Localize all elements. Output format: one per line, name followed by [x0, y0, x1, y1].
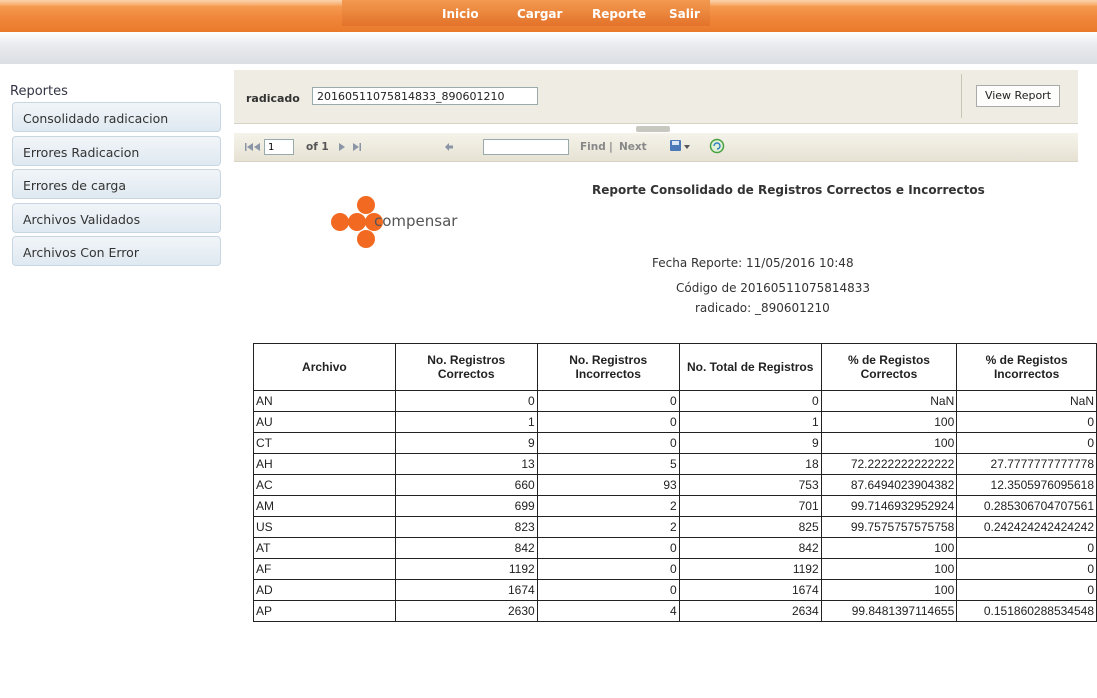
report-table-viewport: Archivo No. Registros Correctos No. Regi… [0, 0, 1097, 698]
cell-archivo: AP [253, 600, 396, 622]
cell-correctos: 13 [394, 453, 538, 475]
table-row: AM 699 2 701 99.7146932952924 0.2853067047075… [253, 495, 1097, 517]
cell-pct-incorrectos: 0 [956, 558, 1097, 580]
table-row: AP 2630 4 2634 99.8481397114655 0.15186028853… [253, 600, 1097, 622]
cell-total: 1 [678, 411, 822, 433]
header-total: No. Total de Registros [678, 343, 822, 391]
cell-total: 753 [678, 474, 822, 496]
cell-archivo: AN [253, 390, 396, 412]
cell-incorrectos: 0 [536, 558, 680, 580]
cell-total: 1674 [678, 579, 822, 601]
cell-incorrectos: 0 [536, 537, 680, 559]
cell-total: 2634 [678, 600, 822, 622]
cell-correctos: 660 [394, 474, 538, 496]
cell-pct-correctos: 99.8481397114655 [820, 600, 958, 622]
cell-pct-correctos: NaN [820, 390, 958, 412]
table-header-row: Archivo No. Registros Correctos No. Regi… [253, 343, 1097, 391]
header-pct-correctos: % de Registos Correctos [820, 343, 958, 391]
table-row: AT 842 0 842 100 0 [253, 537, 1097, 559]
cell-pct-correctos: 100 [820, 579, 958, 601]
report-table: Archivo No. Registros Correctos No. Regi… [253, 343, 1097, 622]
header-correctos: No. Registros Correctos [394, 343, 538, 391]
cell-pct-correctos: 100 [820, 558, 958, 580]
cell-archivo: AU [253, 411, 396, 433]
cell-pct-incorrectos: 27.7777777777778 [956, 453, 1097, 475]
cell-correctos: 842 [394, 537, 538, 559]
table-row: AN 0 0 0 NaN NaN [253, 390, 1097, 412]
header-archivo: Archivo [253, 343, 396, 391]
cell-pct-incorrectos: 0 [956, 537, 1097, 559]
cell-total: 0 [678, 390, 822, 412]
cell-archivo: AT [253, 537, 396, 559]
cell-pct-correctos: 99.7575757575758 [820, 516, 958, 538]
cell-archivo: AH [253, 453, 396, 475]
cell-pct-correctos: 100 [820, 432, 958, 454]
cell-incorrectos: 4 [536, 600, 680, 622]
cell-incorrectos: 0 [536, 390, 680, 412]
cell-archivo: CT [253, 432, 396, 454]
cell-correctos: 0 [394, 390, 538, 412]
cell-archivo: US [253, 516, 396, 538]
cell-incorrectos: 0 [536, 411, 680, 433]
cell-incorrectos: 2 [536, 495, 680, 517]
cell-pct-incorrectos: 0.151860288534548 [956, 600, 1097, 622]
cell-correctos: 699 [394, 495, 538, 517]
cell-pct-correctos: 87.6494023904382 [820, 474, 958, 496]
cell-pct-incorrectos: 0.285306704707561 [956, 495, 1097, 517]
table-row: AH 13 5 18 72.2222222222222 27.7777777777778 [253, 453, 1097, 475]
cell-pct-incorrectos: 0 [956, 411, 1097, 433]
cell-pct-correctos: 99.7146932952924 [820, 495, 958, 517]
cell-pct-correctos: 100 [820, 537, 958, 559]
cell-correctos: 1 [394, 411, 538, 433]
cell-archivo: AD [253, 579, 396, 601]
cell-correctos: 9 [394, 432, 538, 454]
cell-incorrectos: 0 [536, 432, 680, 454]
cell-pct-incorrectos: 12.3505976095618 [956, 474, 1097, 496]
cell-correctos: 823 [394, 516, 538, 538]
cell-incorrectos: 5 [536, 453, 680, 475]
cell-incorrectos: 2 [536, 516, 680, 538]
cell-correctos: 2630 [394, 600, 538, 622]
cell-archivo: AC [253, 474, 396, 496]
table-row: US 823 2 825 99.7575757575758 0.2424242424242… [253, 516, 1097, 538]
table-row: AF 1192 0 1192 100 0 [253, 558, 1097, 580]
cell-archivo: AF [253, 558, 396, 580]
cell-pct-incorrectos: 0.242424242424242 [956, 516, 1097, 538]
cell-pct-incorrectos: 0 [956, 579, 1097, 601]
cell-total: 9 [678, 432, 822, 454]
cell-archivo: AM [253, 495, 396, 517]
cell-pct-correctos: 72.2222222222222 [820, 453, 958, 475]
cell-total: 701 [678, 495, 822, 517]
table-row: AD 1674 0 1674 100 0 [253, 579, 1097, 601]
cell-pct-correctos: 100 [820, 411, 958, 433]
table-row: AC 660 93 753 87.6494023904382 12.35059760956… [253, 474, 1097, 496]
header-pct-incorrectos: % de Registos Incorrectos [956, 343, 1097, 391]
cell-pct-incorrectos: NaN [956, 390, 1097, 412]
cell-incorrectos: 0 [536, 579, 680, 601]
cell-pct-incorrectos: 0 [956, 432, 1097, 454]
cell-total: 18 [678, 453, 822, 475]
cell-total: 825 [678, 516, 822, 538]
cell-correctos: 1674 [394, 579, 538, 601]
cell-correctos: 1192 [394, 558, 538, 580]
table-row: AU 1 0 1 100 0 [253, 411, 1097, 433]
table-row: CT 9 0 9 100 0 [253, 432, 1097, 454]
header-incorrectos: No. Registros Incorrectos [536, 343, 680, 391]
cell-total: 842 [678, 537, 822, 559]
cell-incorrectos: 93 [536, 474, 680, 496]
cell-total: 1192 [678, 558, 822, 580]
